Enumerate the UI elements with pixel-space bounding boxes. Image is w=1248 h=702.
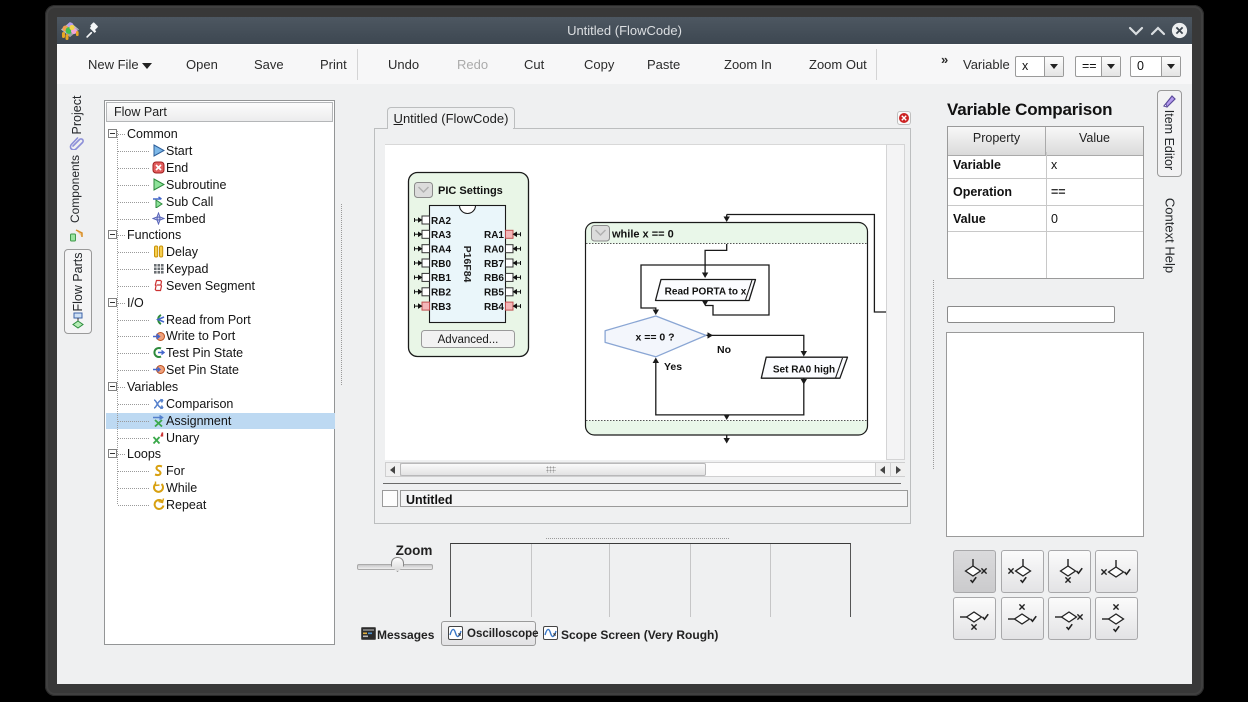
svg-text:Yes: Yes (664, 361, 682, 373)
svg-text:Read PORTA to x: Read PORTA to x (665, 287, 747, 298)
svg-text:RB2: RB2 (431, 288, 451, 299)
svg-text:while x == 0: while x == 0 (611, 229, 674, 241)
svg-text:RB4: RB4 (484, 302, 504, 313)
svg-text:RA4: RA4 (431, 245, 451, 256)
svg-text:x == 0 ?: x == 0 ? (635, 332, 674, 344)
svg-text:RA3: RA3 (431, 230, 451, 241)
svg-text:RB1: RB1 (431, 273, 451, 284)
svg-text:No: No (717, 344, 731, 356)
svg-text:RB7: RB7 (484, 259, 504, 270)
svg-text:RA1: RA1 (484, 230, 504, 241)
svg-text:RA0: RA0 (484, 245, 504, 256)
svg-text:RB0: RB0 (431, 259, 451, 270)
svg-text:RB3: RB3 (431, 302, 451, 313)
svg-text:Advanced...: Advanced... (438, 334, 499, 346)
svg-text:RB5: RB5 (484, 288, 504, 299)
svg-text:RA2: RA2 (431, 216, 451, 227)
svg-text:Set RA0 high: Set RA0 high (773, 365, 835, 376)
svg-text:RB6: RB6 (484, 273, 504, 284)
svg-text:PIC Settings: PIC Settings (438, 185, 503, 197)
svg-text:P16F84: P16F84 (461, 246, 473, 283)
